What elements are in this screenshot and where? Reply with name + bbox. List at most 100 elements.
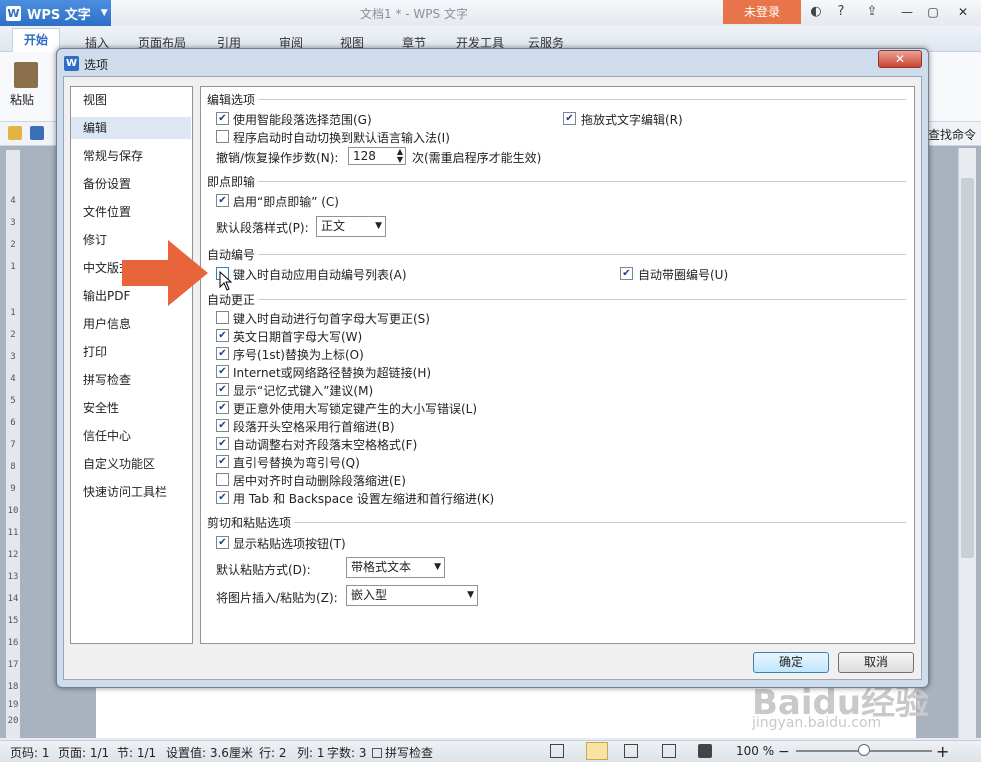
label-autocorrect: Internet或网络路径替换为超链接(H) [233, 366, 432, 380]
ruler-number: 17 [7, 660, 19, 670]
checkbox-autocorrect[interactable]: ✔ [216, 437, 229, 450]
page-view-icon[interactable] [586, 742, 608, 760]
fullscreen-icon[interactable] [550, 744, 564, 758]
section-title-auto-number: 自动编号 [207, 248, 256, 262]
paste-label[interactable]: 粘贴 [10, 91, 34, 108]
label-autocorrect: 段落开头空格采用行首缩进(B) [233, 420, 395, 434]
minimize-button[interactable]: — [894, 2, 920, 22]
label-show-paste-btn: 显示粘贴选项按钮(T) [233, 537, 346, 551]
checkbox-autocorrect[interactable]: ✔ [216, 329, 229, 342]
checkbox-show-paste-btn[interactable]: ✔ [216, 536, 229, 549]
sidebar-item-user-info[interactable]: 用户信息 [71, 313, 191, 335]
vertical-scrollbar[interactable] [958, 148, 976, 738]
chevron-down-icon: ▼ [467, 590, 474, 600]
ruler-number: 19 [7, 700, 19, 710]
checkbox-autocorrect[interactable]: ✔ [216, 347, 229, 360]
ruler-number: 13 [7, 572, 19, 582]
sidebar-item-spell-check[interactable]: 拼写检查 [71, 369, 191, 391]
checkbox-click-type[interactable]: ✔ [216, 194, 229, 207]
sidebar-item-general-save[interactable]: 常规与保存 [71, 145, 191, 167]
ruler-number: 7 [10, 440, 16, 450]
status-zoom[interactable]: 100 % [736, 744, 774, 758]
mouse-cursor-icon [219, 271, 233, 291]
sidebar-item-trust-center[interactable]: 信任中心 [71, 425, 191, 447]
wps-logo-icon: W [6, 5, 21, 21]
default-paste-value: 带格式文本 [351, 560, 412, 574]
checkbox-autocorrect[interactable] [216, 473, 229, 486]
checkbox-autocorrect[interactable]: ✔ [216, 491, 229, 504]
zoom-in-icon[interactable]: + [936, 742, 949, 761]
outline-view-icon[interactable] [624, 744, 638, 758]
scrollbar-thumb[interactable] [961, 178, 974, 558]
sidebar-item-view[interactable]: 视图 [71, 89, 191, 111]
share-icon[interactable]: ⇪ [862, 3, 882, 21]
find-command[interactable]: 查找命令 [928, 126, 976, 143]
default-paste-select[interactable]: 带格式文本 ▼ [346, 557, 445, 578]
app-menu-button[interactable]: W WPS 文字 ▼ [0, 0, 111, 26]
ruler-number: 12 [7, 550, 19, 560]
checkbox-autocorrect[interactable]: ✔ [216, 455, 229, 468]
image-paste-select[interactable]: 嵌入型 ▼ [346, 585, 478, 606]
chevron-down-icon: ▼ [375, 221, 382, 231]
ruler-number: 3 [10, 352, 16, 362]
options-sidebar [70, 86, 193, 644]
label-autocorrect: 英文日期首字母大写(W) [233, 330, 363, 344]
label-autocorrect: 用 Tab 和 Backspace 设置左缩进和首行缩进(K) [233, 492, 495, 506]
ok-button[interactable]: 确定 [753, 652, 829, 673]
close-app-button[interactable]: ✕ [950, 2, 976, 22]
undo-steps-input[interactable]: 128 ▲ ▼ [348, 147, 406, 165]
section-divider [258, 299, 906, 300]
section-divider [258, 254, 906, 255]
label-auto-circle: 自动带圈编号(U) [638, 268, 729, 282]
section-title-paste: 剪切和粘贴选项 [207, 516, 292, 530]
help-icon[interactable]: ? [830, 3, 852, 21]
ruler-number: 6 [10, 418, 16, 428]
tab-start[interactable]: 开始 [12, 28, 60, 52]
label-autocorrect: 更正意外使用大写锁定键产生的大小写错误(L) [233, 402, 478, 416]
label-autocorrect: 序号(1st)替换为上标(O) [233, 348, 364, 362]
sidebar-item-security[interactable]: 安全性 [71, 397, 191, 419]
label-autocorrect: 直引号替换为弯引号(Q) [233, 456, 360, 470]
label-smart-select: 使用智能段落选择范围(G) [233, 113, 372, 127]
checkbox-autocorrect[interactable]: ✔ [216, 419, 229, 432]
web-view-icon[interactable] [662, 744, 676, 758]
checkbox-autocorrect[interactable]: ✔ [216, 401, 229, 414]
checkbox-ime-switch[interactable] [216, 130, 229, 143]
chevron-down-icon: ▼ [100, 8, 108, 18]
sidebar-item-custom-ribbon[interactable]: 自定义功能区 [71, 453, 191, 475]
ruler-number: 10 [7, 506, 19, 516]
maximize-button[interactable]: ▢ [920, 2, 946, 22]
open-folder-icon[interactable] [8, 126, 22, 140]
skin-icon[interactable]: ◐ [806, 3, 826, 21]
ruler-number: 9 [10, 484, 16, 494]
zoom-slider-thumb[interactable] [858, 744, 870, 756]
ruler-number: 14 [7, 594, 19, 604]
sidebar-item-print[interactable]: 打印 [71, 341, 191, 363]
login-button[interactable]: 未登录 [723, 0, 801, 24]
spinner-arrows-icon[interactable]: ▲ ▼ [397, 148, 403, 164]
paste-icon[interactable] [14, 62, 38, 88]
checkbox-autocorrect[interactable] [216, 311, 229, 324]
checkbox-smart-select[interactable]: ✔ [216, 112, 229, 125]
label-click-type: 启用“即点即输” (C) [233, 195, 339, 209]
checkbox-drag-edit[interactable]: ✔ [563, 112, 576, 125]
para-style-select[interactable]: 正文 ▼ [316, 216, 386, 237]
checkbox-autocorrect[interactable]: ✔ [216, 383, 229, 396]
sidebar-item-backup[interactable]: 备份设置 [71, 173, 191, 195]
eye-protect-icon[interactable] [698, 744, 712, 758]
spell-check-checkbox[interactable] [372, 748, 382, 758]
zoom-out-icon[interactable]: − [778, 744, 790, 760]
sidebar-item-edit[interactable]: 编辑 [71, 117, 191, 139]
label-undo-note: 次(需重启程序才能生效) [412, 151, 542, 165]
label-autocorrect: 显示“记忆式键入”建议(M) [233, 384, 374, 398]
ruler-number: 20 [7, 716, 19, 726]
status-spell[interactable]: 拼写检查 [385, 744, 433, 761]
cancel-button[interactable]: 取消 [838, 652, 914, 673]
watermark-url: jingyan.baidu.com [752, 715, 882, 731]
checkbox-autocorrect[interactable]: ✔ [216, 365, 229, 378]
sidebar-item-file-location[interactable]: 文件位置 [71, 201, 191, 223]
save-icon[interactable] [30, 126, 44, 140]
checkbox-auto-circle[interactable]: ✔ [620, 267, 633, 280]
dialog-close-button[interactable]: ✕ [878, 50, 922, 68]
sidebar-item-quick-access[interactable]: 快速访问工具栏 [71, 481, 191, 503]
